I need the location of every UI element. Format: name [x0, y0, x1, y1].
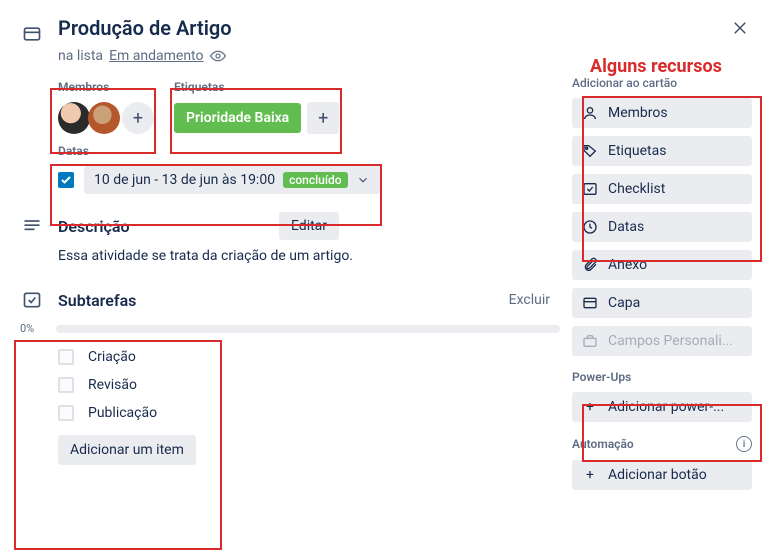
tag-icon	[582, 143, 598, 159]
date-range-text: 10 de jun - 13 de jun às 19:00	[94, 172, 275, 188]
add-label-button[interactable]: +	[307, 102, 339, 134]
add-powerup-button[interactable]: + Adicionar power-...	[572, 392, 752, 422]
checklist-checkbox[interactable]	[58, 349, 74, 365]
attachment-icon	[582, 257, 598, 273]
label-chip[interactable]: Prioridade Baixa	[174, 103, 301, 133]
edit-description-button[interactable]: Editar	[279, 212, 339, 240]
description-text[interactable]: Essa atividade se trata da criação de um…	[58, 248, 560, 264]
sidebar-custom-fields-button[interactable]: Campos Personali...	[572, 326, 752, 356]
powerups-heading: Power-Ups	[572, 370, 631, 384]
toolbox-icon	[582, 333, 598, 349]
avatar[interactable]	[58, 102, 90, 134]
progress-percent: 0%	[20, 322, 48, 335]
checklist-item-label: Revisão	[88, 377, 137, 393]
list-link[interactable]: Em andamento	[109, 48, 203, 64]
description-heading: Descrição	[58, 217, 265, 236]
watch-icon[interactable]	[210, 48, 226, 64]
checklist-item[interactable]: Publicação	[20, 399, 560, 427]
date-complete-checkbox[interactable]	[58, 172, 74, 188]
progress-bar	[56, 325, 560, 333]
dates-heading: Datas	[58, 144, 560, 158]
plus-icon: +	[582, 399, 598, 415]
checklist-icon	[20, 290, 44, 310]
close-button[interactable]	[726, 14, 754, 42]
checklist-checkbox[interactable]	[58, 377, 74, 393]
sidebar-dates-button[interactable]: Datas	[572, 212, 752, 242]
date-status-badge: concluído	[283, 172, 347, 188]
user-icon	[582, 105, 598, 121]
add-member-button[interactable]: +	[122, 102, 154, 134]
info-icon[interactable]: i	[736, 436, 752, 452]
add-automation-button[interactable]: + Adicionar botão	[572, 460, 752, 490]
sidebar-members-button[interactable]: Membros	[572, 98, 752, 128]
checklist-item-label: Publicação	[88, 405, 157, 421]
checklist-item-label: Criação	[88, 349, 136, 365]
clock-icon	[582, 219, 598, 235]
members-heading: Membros	[58, 80, 154, 94]
checklist-heading[interactable]: Subtarefas	[58, 291, 485, 310]
annotation-text: Alguns recursos	[590, 56, 722, 77]
list-prefix: na lista	[58, 48, 103, 64]
checklist-item[interactable]: Criação	[20, 343, 560, 371]
sidebar-labels-button[interactable]: Etiquetas	[572, 136, 752, 166]
description-icon	[20, 216, 44, 236]
add-to-card-heading: Adicionar ao cartão	[572, 76, 752, 90]
checklist-item[interactable]: Revisão	[20, 371, 560, 399]
checklist-checkbox[interactable]	[58, 405, 74, 421]
cover-icon	[582, 295, 598, 311]
chevron-down-icon	[356, 173, 370, 187]
avatar[interactable]	[88, 102, 120, 134]
sidebar-cover-button[interactable]: Capa	[572, 288, 752, 318]
plus-icon: +	[582, 467, 598, 483]
card-title[interactable]: Produção de Artigo	[58, 16, 232, 40]
delete-checklist-button[interactable]: Excluir	[499, 286, 560, 314]
sidebar-checklist-button[interactable]: Checklist	[572, 174, 752, 204]
checklist-icon	[582, 181, 598, 197]
sidebar-attachment-button[interactable]: Anexo	[572, 250, 752, 280]
card-icon	[20, 22, 44, 46]
automation-heading: Automação	[572, 437, 634, 451]
labels-heading: Etiquetas	[174, 80, 339, 94]
add-checklist-item-button[interactable]: Adicionar um item	[58, 435, 196, 465]
date-button[interactable]: 10 de jun - 13 de jun às 19:00 concluído	[84, 166, 380, 194]
